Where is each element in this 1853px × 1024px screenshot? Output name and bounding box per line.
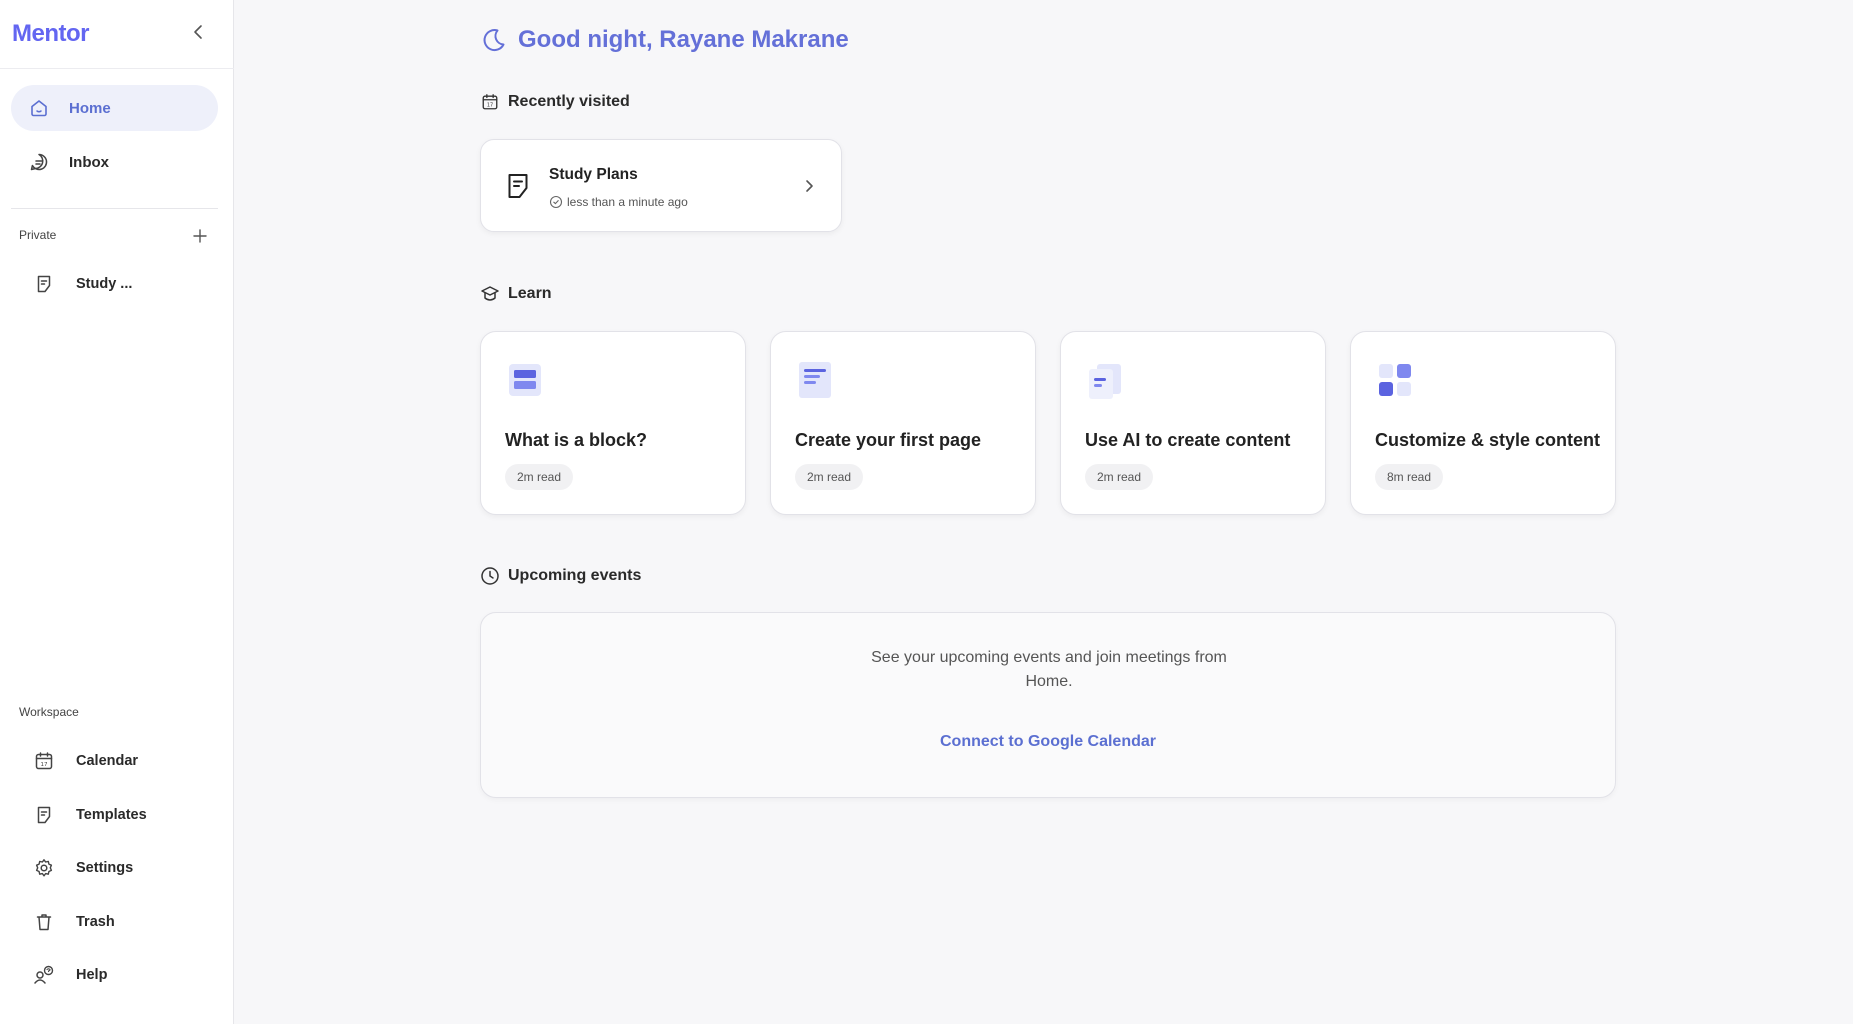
- recent-card-time: less than a minute ago: [567, 195, 688, 209]
- learn-card-title: What is a block?: [505, 430, 648, 450]
- recent-card-study-plans[interactable]: Study Plans less than a minute ago: [480, 139, 842, 232]
- greeting-title: Good night, Rayane Makrane: [518, 26, 849, 53]
- recently-visited-heading: 17 Recently visited: [480, 92, 630, 112]
- learn-card-title: Customize & style content: [1375, 430, 1601, 450]
- sidebar-item-templates[interactable]: Templates: [19, 794, 219, 836]
- section-label-private: Private: [19, 228, 57, 242]
- upcoming-events-heading: Upcoming events: [480, 566, 641, 586]
- home-icon: [27, 96, 51, 120]
- learn-card-create-first-page[interactable]: Create your first page 2m read: [770, 331, 1036, 515]
- sidebar-item-inbox[interactable]: Inbox: [11, 139, 218, 185]
- sidebar-item-label: Templates: [76, 807, 147, 823]
- calendar-icon: 17: [33, 750, 55, 772]
- learn-card-use-ai[interactable]: Use AI to create content 2m read: [1060, 331, 1326, 515]
- add-page-button[interactable]: [189, 225, 211, 247]
- moon-icon: [480, 26, 508, 54]
- section-title: Recently visited: [508, 93, 630, 110]
- template-icon: [33, 804, 55, 826]
- learn-card-customize-style[interactable]: Customize & style content 8m read: [1350, 331, 1616, 515]
- sidebar-item-home[interactable]: Home: [11, 85, 218, 131]
- connect-google-calendar-link[interactable]: Connect to Google Calendar: [481, 733, 1615, 751]
- trash-icon: [33, 911, 55, 933]
- section-title: Upcoming events: [508, 567, 642, 584]
- sidebar: Mentor Home Inbox Private Study ... Work…: [0, 0, 234, 1024]
- section-title: Learn: [508, 285, 552, 302]
- svg-text:17: 17: [487, 103, 493, 109]
- learn-card-title: Create your first page: [795, 430, 982, 450]
- plus-icon: [193, 229, 207, 243]
- gear-icon: [33, 857, 55, 879]
- sidebar-item-label: Study ...: [76, 276, 133, 292]
- help-icon: [33, 964, 55, 986]
- style-grid-icon: [1379, 364, 1411, 396]
- inbox-icon: [27, 150, 51, 174]
- document-icon: [508, 174, 528, 198]
- chevron-right-icon: [806, 180, 813, 192]
- clock-icon: [480, 566, 500, 586]
- learn-card-what-is-a-block[interactable]: What is a block? 2m read: [480, 331, 746, 515]
- sidebar-item-label: Calendar: [76, 753, 139, 769]
- sidebar-item-label: Settings: [76, 860, 134, 876]
- read-time-badge: 2m read: [1085, 464, 1154, 490]
- sidebar-item-calendar[interactable]: 17 Calendar: [19, 740, 219, 782]
- divider: [0, 68, 234, 69]
- check-circle-icon: [549, 195, 563, 209]
- read-time-badge: 2m read: [795, 464, 864, 490]
- read-time-badge: 2m read: [505, 464, 574, 490]
- sidebar-item-label: Inbox: [69, 153, 109, 171]
- collapse-sidebar-button[interactable]: [186, 20, 210, 44]
- events-description: See your upcoming events and join meetin…: [871, 649, 1227, 690]
- learn-card-title: Use AI to create content: [1085, 430, 1291, 450]
- sidebar-item-study-plans[interactable]: Study ...: [19, 263, 219, 305]
- sidebar-item-label: Help: [76, 967, 108, 983]
- sidebar-item-settings[interactable]: Settings: [19, 847, 219, 889]
- recent-card-title: Study Plans: [549, 166, 638, 183]
- document-icon: [33, 273, 55, 295]
- greeting: Good night, Rayane Makrane: [480, 26, 849, 54]
- learn-heading: Learn: [480, 284, 552, 304]
- svg-text:17: 17: [41, 762, 48, 768]
- page-icon: [799, 362, 831, 398]
- chevron-left-icon: [194, 25, 202, 39]
- sidebar-item-label: Home: [69, 99, 111, 117]
- ai-content-icon: [1089, 364, 1121, 399]
- sidebar-item-label: Trash: [76, 914, 115, 930]
- sidebar-item-help[interactable]: Help: [19, 954, 219, 996]
- upcoming-events-card: See your upcoming events and join meetin…: [480, 612, 1616, 798]
- calendar-icon: 17: [480, 92, 500, 112]
- block-icon: [509, 364, 541, 396]
- divider: [11, 208, 218, 209]
- graduation-cap-icon: [480, 284, 500, 304]
- recent-card-meta: less than a minute ago: [549, 195, 688, 209]
- brand-logo: Mentor: [12, 20, 90, 47]
- sidebar-item-trash[interactable]: Trash: [19, 901, 219, 943]
- read-time-badge: 8m read: [1375, 464, 1444, 490]
- section-label-workspace: Workspace: [19, 705, 79, 719]
